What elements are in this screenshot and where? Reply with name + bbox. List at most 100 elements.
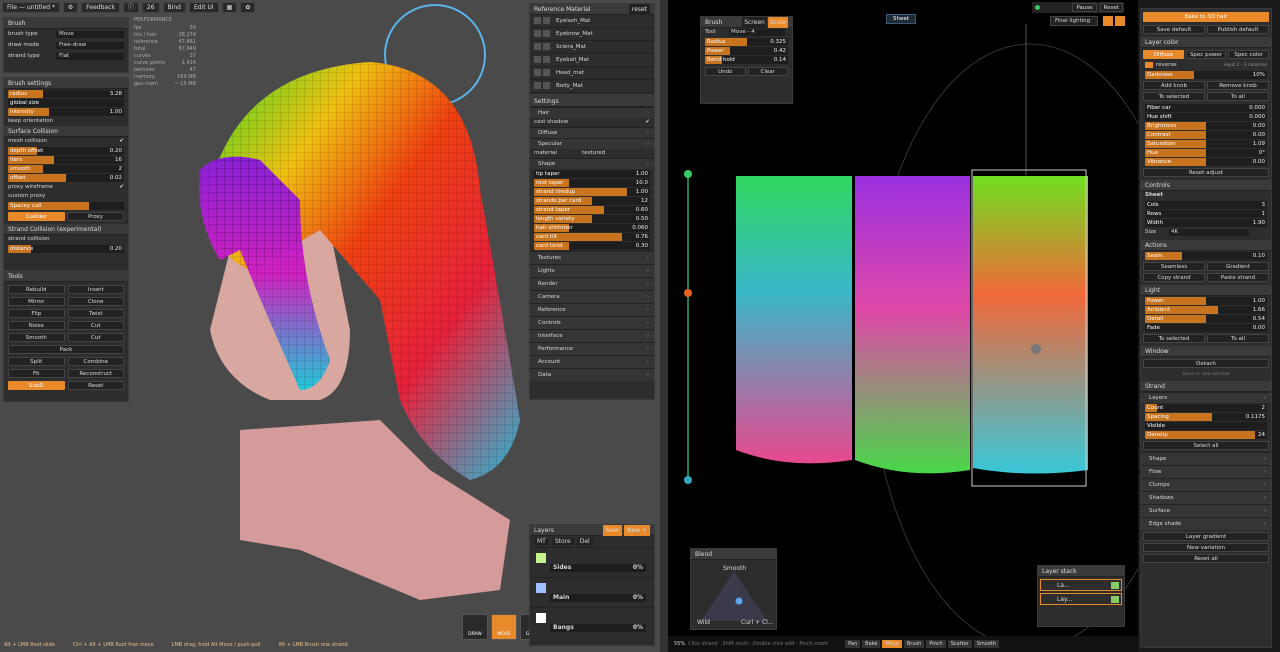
- tool-button[interactable]: Fit: [8, 369, 65, 378]
- pack-button[interactable]: Pack: [8, 345, 124, 354]
- collision-slider[interactable]: depth offset 0.20: [8, 147, 124, 155]
- save-default-button[interactable]: Save default: [1143, 25, 1205, 34]
- color-tab[interactable]: Diffuse: [1143, 50, 1184, 59]
- clear-button[interactable]: Clear: [747, 67, 788, 76]
- scale-tab[interactable]: Scale: [767, 17, 788, 28]
- distance-slider[interactable]: distance 0.20: [8, 245, 124, 253]
- file-menu[interactable]: File — untitled *: [2, 2, 60, 13]
- reset-view-button[interactable]: Reset: [1099, 3, 1123, 12]
- tool-button[interactable]: Cut: [67, 321, 124, 330]
- brush-select[interactable]: Free-draw: [56, 42, 124, 49]
- tool-button[interactable]: Rebuild: [8, 285, 65, 294]
- checkbox-icon[interactable]: [543, 82, 550, 89]
- mode-tab[interactable]: Bake: [862, 640, 881, 648]
- strand-section[interactable]: Shadows: [1141, 491, 1271, 505]
- color-tab[interactable]: Spec power: [1185, 50, 1227, 59]
- mode-tab[interactable]: Brush: [903, 640, 925, 648]
- copy-strand-button[interactable]: Copy strand: [1143, 273, 1205, 282]
- light-to-all-button[interactable]: To all: [1207, 334, 1269, 343]
- layer-tool-button[interactable]: Store: [551, 538, 574, 545]
- checkbox-icon[interactable]: [534, 17, 541, 24]
- settings-section[interactable]: Camera: [530, 290, 654, 304]
- publish-default-button[interactable]: Publish default: [1207, 25, 1269, 34]
- orange-icon-b[interactable]: [1115, 16, 1125, 26]
- strand-collision-title[interactable]: Strand Collision (experimental): [4, 224, 128, 235]
- collision-slider[interactable]: offset 0.02: [8, 174, 124, 182]
- strand-slider[interactable]: Spacing 0.1175: [1145, 413, 1267, 421]
- brush-select[interactable]: Flat: [56, 53, 124, 60]
- layer-item[interactable]: Bangs 0%: [530, 607, 654, 637]
- checkbox-icon[interactable]: [543, 43, 550, 50]
- mode-button[interactable]: DRAW: [462, 614, 488, 640]
- tool-button[interactable]: Split: [8, 357, 65, 366]
- tool-button[interactable]: Clone: [67, 297, 124, 306]
- undo-button[interactable]: Undo: [705, 67, 746, 76]
- tool-button[interactable]: Insert: [67, 285, 124, 294]
- material-item[interactable]: Eyelash_Mat: [530, 15, 654, 28]
- adjust-slider[interactable]: Hue 0°: [1145, 149, 1267, 157]
- strand-section[interactable]: Shape: [1141, 452, 1271, 466]
- tool-button[interactable]: Reconstruct: [67, 369, 124, 378]
- layer-color-swatch[interactable]: [536, 583, 546, 593]
- adjust-slider[interactable]: Saturation 1.09: [1145, 140, 1267, 148]
- shape-slider[interactable]: card twist 0.30: [534, 242, 650, 250]
- new-plus-button[interactable]: New +: [623, 525, 650, 536]
- material-item[interactable]: Sclera_Mat: [530, 41, 654, 54]
- size-select[interactable]: 4K: [1169, 229, 1249, 236]
- sheet-field[interactable]: Rows 1: [1145, 210, 1267, 218]
- strand-section[interactable]: Clumps: [1141, 478, 1271, 492]
- shape-slider[interactable]: hair shimmer 0.060: [534, 224, 650, 232]
- cast-shadow[interactable]: cast shadow ✔: [530, 118, 654, 127]
- right-viewport[interactable]: Sheet Final lighting Pause Reset Brush S…: [668, 0, 1138, 652]
- checkbox-icon[interactable]: [543, 17, 550, 24]
- bind-button[interactable]: Bind: [162, 2, 186, 13]
- checkbox-icon[interactable]: [543, 30, 550, 37]
- paste-strand-button[interactable]: Paste strand: [1207, 273, 1269, 282]
- tool-button[interactable]: Combine: [67, 357, 124, 366]
- mode-tab[interactable]: Move: [882, 640, 902, 648]
- settings-section[interactable]: Controls: [530, 316, 654, 330]
- controls-title[interactable]: Controls: [1141, 180, 1271, 191]
- brush-select[interactable]: Move: [56, 31, 124, 38]
- split-divider[interactable]: [660, 0, 668, 652]
- adjust-slider[interactable]: Brightness 0.00: [1145, 122, 1267, 130]
- sheet-field[interactable]: Cols 3: [1145, 201, 1267, 209]
- sheet-label[interactable]: Sheet: [886, 14, 916, 24]
- orange-icon-a[interactable]: [1103, 16, 1113, 26]
- mode-row[interactable]: reverse input 2 - 3 columns: [1141, 61, 1271, 70]
- strand-slider[interactable]: Density 24: [1145, 431, 1267, 439]
- checkbox-icon[interactable]: [534, 56, 541, 63]
- brush-slider[interactable]: Bend hold 0.14: [705, 56, 788, 64]
- material-select[interactable]: textured: [582, 149, 605, 158]
- lighting-select[interactable]: Final lighting: [1050, 16, 1098, 26]
- bake-button[interactable]: Bake to 3D hair: [1143, 12, 1269, 22]
- seamless-button[interactable]: Seamless: [1143, 262, 1205, 271]
- adjust-slider[interactable]: Hue shift 0.000: [1145, 113, 1267, 121]
- brush-setting-slider[interactable]: radius 3.28: [8, 90, 124, 98]
- hair-section[interactable]: Hair: [530, 107, 654, 119]
- shape-slider[interactable]: length variety 0.50: [534, 215, 650, 223]
- tool-button[interactable]: Smooth: [8, 333, 65, 342]
- adjust-slider[interactable]: Vibrance 0.00: [1145, 158, 1267, 166]
- feedback-button[interactable]: Feedback: [81, 2, 120, 13]
- shape-section[interactable]: Shape: [530, 158, 654, 170]
- tool-button[interactable]: Noise: [8, 321, 65, 330]
- pause-button[interactable]: Pause: [1072, 3, 1097, 12]
- checkbox-icon[interactable]: [534, 82, 541, 89]
- settings-section[interactable]: Reference: [530, 303, 654, 317]
- surface-collision-title[interactable]: Surface Collision: [4, 126, 128, 137]
- layer-item[interactable]: Main 0%: [530, 577, 654, 607]
- mode-tab[interactable]: Pinch: [926, 640, 946, 648]
- screen-tab[interactable]: Screen: [742, 17, 767, 28]
- keep-orientation[interactable]: keep orientation: [4, 117, 128, 126]
- custom-proxy[interactable]: custom proxy: [4, 192, 128, 201]
- collision-slider[interactable]: iters 16: [8, 156, 124, 164]
- tool-select[interactable]: Move - 4: [729, 29, 785, 36]
- strand-section[interactable]: Surface: [1141, 504, 1271, 518]
- strand-section[interactable]: Flow: [1141, 465, 1271, 479]
- settings-section[interactable]: Lights: [530, 264, 654, 278]
- layer-stack-item[interactable]: La...: [1040, 579, 1122, 591]
- shape-slider[interactable]: strands per card 12: [534, 197, 650, 205]
- mode-tab[interactable]: Smooth: [973, 640, 1000, 648]
- reset-all-button[interactable]: Reset all: [1143, 554, 1269, 563]
